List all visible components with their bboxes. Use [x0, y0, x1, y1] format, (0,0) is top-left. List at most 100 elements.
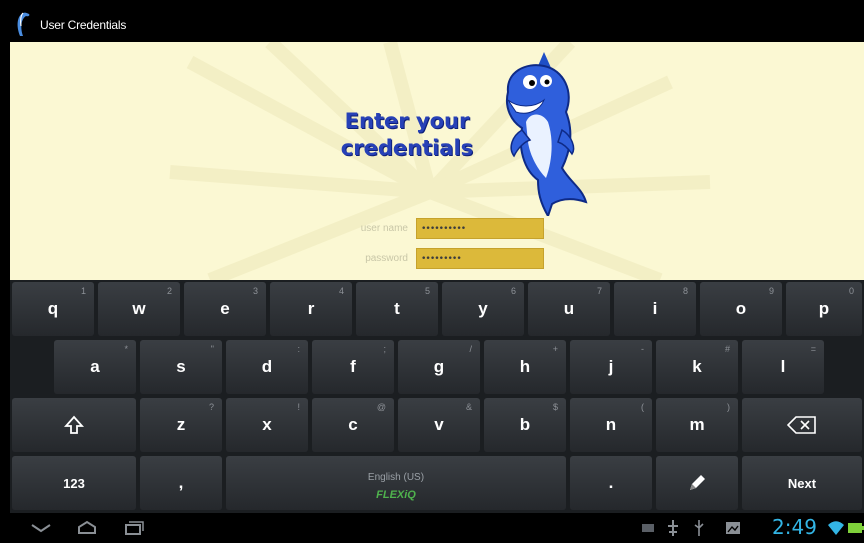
key-d[interactable]: :d [226, 340, 308, 394]
key-o[interactable]: 9o [700, 282, 782, 336]
key-b[interactable]: $ b [484, 398, 566, 452]
key-n[interactable]: (n [570, 398, 652, 452]
key-label: m [689, 415, 705, 434]
keyboard-brand-logo: FLEXiQ [376, 488, 416, 501]
key-label: j [608, 357, 614, 376]
key-label: s [176, 357, 186, 376]
comma-key[interactable]: , [140, 456, 222, 510]
password-field[interactable]: ••••••••• [416, 248, 544, 269]
key-label: l [780, 357, 786, 376]
key-label: . [608, 473, 614, 492]
key-label: v [434, 415, 444, 434]
usb-debug-icon [666, 517, 680, 539]
title-bar: User Credentials [10, 8, 864, 42]
key-label: y [478, 299, 488, 318]
pen-icon [690, 475, 705, 490]
key-label: n [605, 415, 617, 434]
gallery-icon [726, 517, 740, 539]
username-label: user name [360, 223, 408, 234]
key-a[interactable]: * a [54, 340, 136, 394]
key-h[interactable]: + h [484, 340, 566, 394]
key-alt-label: 1 [80, 286, 86, 296]
key-label: h [519, 357, 531, 376]
key-label: c [348, 415, 358, 434]
key-alt-label: 8 [682, 286, 688, 296]
clock: 2:49 [772, 515, 817, 539]
home-icon[interactable] [74, 519, 100, 537]
key-alt-label: # [724, 344, 730, 354]
key-alt-label: ( [641, 402, 644, 412]
key-w[interactable]: 2w [98, 282, 180, 336]
key-k[interactable]: # k [656, 340, 738, 394]
key-alt-label: * [124, 344, 128, 354]
heading-line-2: credentials [340, 136, 474, 160]
key-label: d [261, 357, 273, 376]
key-alt-label: / [469, 344, 472, 354]
key-p[interactable]: 0p [786, 282, 862, 336]
recent-apps-icon[interactable] [120, 519, 146, 537]
key-l[interactable]: = l [742, 340, 824, 394]
key-t[interactable]: 5t [356, 282, 438, 336]
mode-123-key[interactable]: 123 [12, 456, 136, 510]
system-navigation-bar: 2:49 [10, 513, 864, 543]
key-label: , [178, 473, 184, 492]
battery-icon [848, 517, 864, 539]
space-key[interactable]: English (US) FLEXiQ [226, 456, 566, 510]
key-label: a [90, 357, 100, 376]
key-r[interactable]: 4r [270, 282, 352, 336]
keyboard-status-icon [642, 517, 654, 539]
key-c[interactable]: @ c [312, 398, 394, 452]
key-alt-label: ) [727, 402, 730, 412]
shift-key[interactable] [12, 398, 136, 452]
key-alt-label: 7 [596, 286, 602, 296]
key-alt-label: " [210, 344, 214, 354]
username-field[interactable]: •••••••••• [416, 218, 544, 239]
key-v[interactable]: & v [398, 398, 480, 452]
key-z[interactable]: ? z [140, 398, 222, 452]
key-alt-label: : [297, 344, 300, 354]
key-label: x [262, 415, 272, 434]
key-alt-label: 2 [166, 286, 172, 296]
key-label: t [394, 299, 400, 318]
key-alt-label: 0 [848, 286, 854, 296]
key-e[interactable]: 3e [184, 282, 266, 336]
key-alt-label: ; [383, 344, 386, 354]
key-u[interactable]: 7u [528, 282, 610, 336]
next-key[interactable]: Next [742, 456, 862, 510]
key-j[interactable]: -j [570, 340, 652, 394]
key-x[interactable]: ! x [226, 398, 308, 452]
backspace-key[interactable] [742, 398, 862, 452]
key-label: z [176, 415, 186, 434]
key-label: b [519, 415, 531, 434]
key-alt-label: ! [297, 402, 300, 412]
key-alt-label: @ [376, 402, 386, 412]
credentials-screen: Enter your credentials user name •••••••… [10, 42, 864, 280]
key-q[interactable]: 1q [12, 282, 94, 336]
page-heading: Enter your credentials [332, 108, 482, 162]
key-g[interactable]: / g [398, 340, 480, 394]
key-label: u [563, 299, 575, 318]
key-y[interactable]: 6y [442, 282, 524, 336]
key-label: 123 [63, 475, 85, 491]
hide-keyboard-icon[interactable] [28, 519, 54, 537]
key-alt-label: $ [552, 402, 558, 412]
window-title: User Credentials [40, 18, 127, 32]
username-row: user name •••••••••• [330, 218, 544, 239]
password-row: password ••••••••• [330, 248, 544, 269]
period-key[interactable]: . [570, 456, 652, 510]
key-alt-label: 5 [424, 286, 430, 296]
key-alt-label: 4 [338, 286, 344, 296]
key-label: p [818, 299, 830, 318]
key-m[interactable]: ) m [656, 398, 738, 452]
key-label: r [307, 299, 315, 318]
key-label: Next [787, 475, 817, 491]
keyboard-language-label: English (US) [367, 471, 425, 483]
key-f[interactable]: ; f [312, 340, 394, 394]
key-alt-label: 6 [510, 286, 516, 296]
handwriting-key[interactable] [656, 456, 738, 510]
shark-mascot-icon [506, 52, 588, 216]
heading-line-1: Enter your [344, 109, 470, 133]
key-s[interactable]: " s [140, 340, 222, 394]
key-i[interactable]: 8i [614, 282, 696, 336]
key-alt-label: 9 [768, 286, 774, 296]
